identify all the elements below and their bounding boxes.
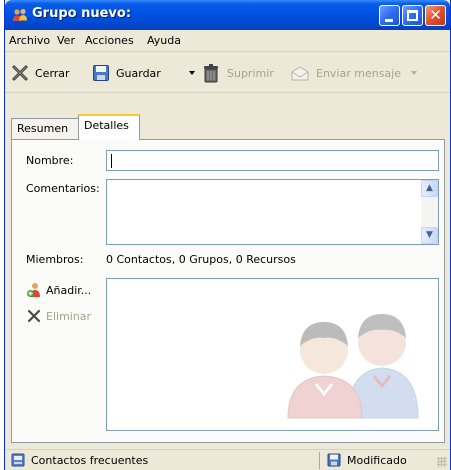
add-member-label: Añadir... [46, 283, 92, 297]
menu-bar: Archivo Ver Acciones Ayuda [5, 30, 450, 52]
status-right-pane: Modificado [327, 453, 407, 467]
menu-ver[interactable]: Ver [57, 34, 75, 47]
add-person-icon [27, 283, 40, 297]
tab-resumen[interactable]: Resumen [11, 118, 79, 139]
close-button-label: Cerrar [35, 66, 70, 80]
maximize-button[interactable] [402, 5, 423, 26]
send-message-button[interactable]: Enviar mensaje [290, 61, 401, 85]
close-x-icon [12, 65, 28, 81]
scroll-up-button[interactable]: ▲ [421, 180, 438, 197]
comments-scrollbar[interactable]: ▲ ▼ [421, 180, 438, 244]
minimize-icon [385, 19, 393, 22]
resize-grip-icon[interactable] [437, 457, 447, 467]
send-message-label: Enviar mensaje [316, 66, 401, 80]
tab-detalles-label: Detalles [84, 119, 129, 132]
group-people-icon [287, 314, 419, 419]
remove-member-button[interactable]: Eliminar [26, 308, 91, 324]
menu-acciones[interactable]: Acciones [85, 34, 134, 47]
status-right-text: Modificado [347, 453, 407, 467]
members-list[interactable] [106, 278, 439, 431]
close-button[interactable]: Cerrar [11, 61, 70, 85]
close-icon: ✕ [429, 6, 442, 24]
members-label: Miembros: [26, 253, 84, 266]
toolbar: Cerrar Guardar Suprimir Enviar mensaje [5, 53, 450, 93]
close-window-button[interactable]: ✕ [425, 5, 446, 26]
save-dropdown-arrow-icon[interactable] [189, 71, 195, 75]
name-field[interactable] [106, 150, 439, 171]
delete-button[interactable]: Suprimir [201, 61, 274, 85]
tab-detalles[interactable]: Detalles [78, 114, 140, 140]
send-dropdown-arrow-icon[interactable] [411, 71, 417, 75]
tab-strip: Resumen Detalles [5, 94, 450, 140]
tab-resumen-label: Resumen [17, 122, 69, 135]
name-label: Nombre: [26, 154, 74, 167]
save-button[interactable]: Guardar [92, 61, 161, 85]
status-left-pane[interactable]: Contactos frecuentes [11, 453, 148, 467]
members-summary: 0 Contactos, 0 Grupos, 0 Recursos [106, 253, 296, 266]
status-bar: Contactos frecuentes Modificado [5, 449, 450, 470]
status-separator [319, 452, 320, 469]
status-left-text: Contactos frecuentes [31, 453, 149, 467]
delete-button-label: Suprimir [227, 66, 274, 80]
add-member-button[interactable]: Añadir... [26, 282, 91, 298]
menu-ayuda[interactable]: Ayuda [147, 34, 181, 47]
window-title: Grupo nuevo: [32, 6, 132, 21]
scroll-down-button[interactable]: ▼ [421, 227, 438, 244]
title-bar[interactable]: Grupo nuevo: ✕ [5, 0, 450, 30]
maximize-icon [407, 10, 418, 21]
details-panel: Nombre: Comentarios: ▲ ▼ Miembros: 0 Con… [11, 139, 445, 443]
trash-can-icon [204, 64, 218, 83]
comments-label: Comentarios: [26, 182, 100, 195]
envelope-icon [291, 66, 309, 81]
menu-archivo[interactable]: Archivo [9, 34, 50, 47]
address-book-icon [11, 453, 25, 467]
floppy-disk-icon [93, 65, 109, 81]
minimize-button[interactable] [379, 5, 400, 26]
remove-x-icon [27, 309, 41, 323]
comments-field[interactable]: ▲ ▼ [106, 179, 439, 245]
window: Grupo nuevo: ✕ Archivo Ver Acciones Ayud… [4, 0, 451, 470]
save-button-label: Guardar [116, 66, 161, 80]
floppy-disk-icon [327, 453, 341, 467]
text-caret [111, 154, 112, 168]
group-icon [13, 9, 27, 21]
remove-member-label: Eliminar [46, 309, 92, 323]
